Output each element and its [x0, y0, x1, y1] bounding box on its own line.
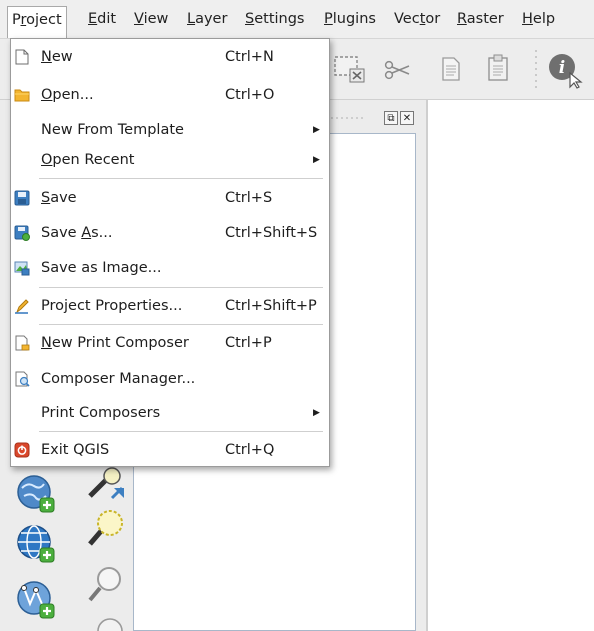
- select-rectangle-icon[interactable]: [333, 53, 369, 87]
- zoom-out-icon[interactable]: [84, 562, 128, 606]
- menu-item-print-composers[interactable]: Print Composers ▶: [11, 398, 329, 428]
- shortcut-label: Ctrl+Shift+P: [225, 298, 317, 314]
- svg-text:i: i: [559, 58, 565, 78]
- project-menu-dropdown: New Ctrl+N Open... Ctrl+O New From Templ…: [10, 38, 330, 467]
- menu-settings[interactable]: Settings: [241, 6, 309, 32]
- menu-separator: [39, 178, 323, 179]
- add-wcs-layer-icon[interactable]: [14, 522, 58, 566]
- submenu-arrow-icon: ▶: [313, 155, 320, 165]
- shortcut-label: Ctrl+O: [225, 87, 275, 103]
- menu-view[interactable]: View: [130, 6, 172, 32]
- zoom-to-layer-icon[interactable]: [84, 466, 128, 506]
- menu-help[interactable]: Help: [518, 6, 559, 32]
- menu-edit[interactable]: Edit: [84, 6, 120, 32]
- menu-item-open[interactable]: Open... Ctrl+O: [11, 80, 329, 110]
- menu-item-new[interactable]: New Ctrl+N: [11, 42, 329, 72]
- shortcut-label: Ctrl+Shift+S: [225, 225, 318, 241]
- menu-item-new-print-composer[interactable]: New Print Composer Ctrl+P: [11, 328, 329, 358]
- dock-grip: [331, 117, 363, 119]
- toolbar-handle[interactable]: [534, 47, 540, 93]
- layers-dock-titlebar: ⧉ ✕: [330, 108, 420, 130]
- copy-icon[interactable]: [440, 55, 462, 83]
- menu-separator: [39, 324, 323, 325]
- shortcut-label: Ctrl+N: [225, 49, 274, 65]
- menu-plugins[interactable]: Plugins: [320, 6, 380, 32]
- new-print-composer-icon: [15, 335, 30, 351]
- menu-item-exit-qgis[interactable]: Exit QGIS Ctrl+Q: [11, 435, 329, 465]
- menu-item-project-properties[interactable]: Project Properties... Ctrl+Shift+P: [11, 291, 329, 321]
- menu-project[interactable]: Project: [7, 6, 67, 38]
- menu-bar: Project Edit View Layer Settings Plugins…: [0, 0, 594, 39]
- composer-manager-icon: [15, 371, 30, 387]
- add-wms-layer-icon[interactable]: [14, 472, 58, 516]
- shortcut-label: Ctrl+Q: [225, 442, 275, 458]
- pan-icon[interactable]: [92, 618, 128, 631]
- shortcut-label: Ctrl+S: [225, 190, 273, 206]
- submenu-arrow-icon: ▶: [313, 125, 320, 135]
- open-folder-icon: [14, 89, 30, 102]
- menu-vector[interactable]: Vector: [390, 6, 444, 32]
- menu-item-new-from-template[interactable]: New From Template ▶: [11, 115, 329, 145]
- submenu-arrow-icon: ▶: [313, 408, 320, 418]
- menu-separator: [39, 287, 323, 288]
- menu-item-save-as[interactable]: Save As... Ctrl+Shift+S: [11, 218, 329, 248]
- menu-item-composer-manager[interactable]: Composer Manager...: [11, 364, 329, 394]
- menu-raster[interactable]: Raster: [453, 6, 508, 32]
- map-canvas[interactable]: [428, 100, 594, 631]
- menu-layer[interactable]: Layer: [183, 6, 231, 32]
- project-properties-icon: [15, 299, 29, 314]
- exit-icon: [14, 442, 30, 458]
- identify-features-icon[interactable]: i: [546, 51, 590, 89]
- menu-item-save[interactable]: Save Ctrl+S: [11, 183, 329, 213]
- save-as-image-icon: [14, 261, 30, 276]
- paste-icon[interactable]: [486, 53, 510, 83]
- menu-separator: [39, 431, 323, 432]
- dock-float-button[interactable]: ⧉: [384, 111, 398, 125]
- save-icon: [14, 190, 30, 206]
- new-document-icon: [15, 49, 29, 65]
- add-wfs-layer-icon[interactable]: [14, 578, 58, 622]
- zoom-to-selection-icon[interactable]: [84, 506, 128, 550]
- shortcut-label: Ctrl+P: [225, 335, 272, 351]
- save-as-icon: [14, 225, 30, 241]
- dock-close-button[interactable]: ✕: [400, 111, 414, 125]
- cut-icon[interactable]: [383, 59, 411, 81]
- menu-item-save-as-image[interactable]: Save as Image...: [11, 253, 329, 283]
- menu-item-open-recent[interactable]: Open Recent ▶: [11, 145, 329, 175]
